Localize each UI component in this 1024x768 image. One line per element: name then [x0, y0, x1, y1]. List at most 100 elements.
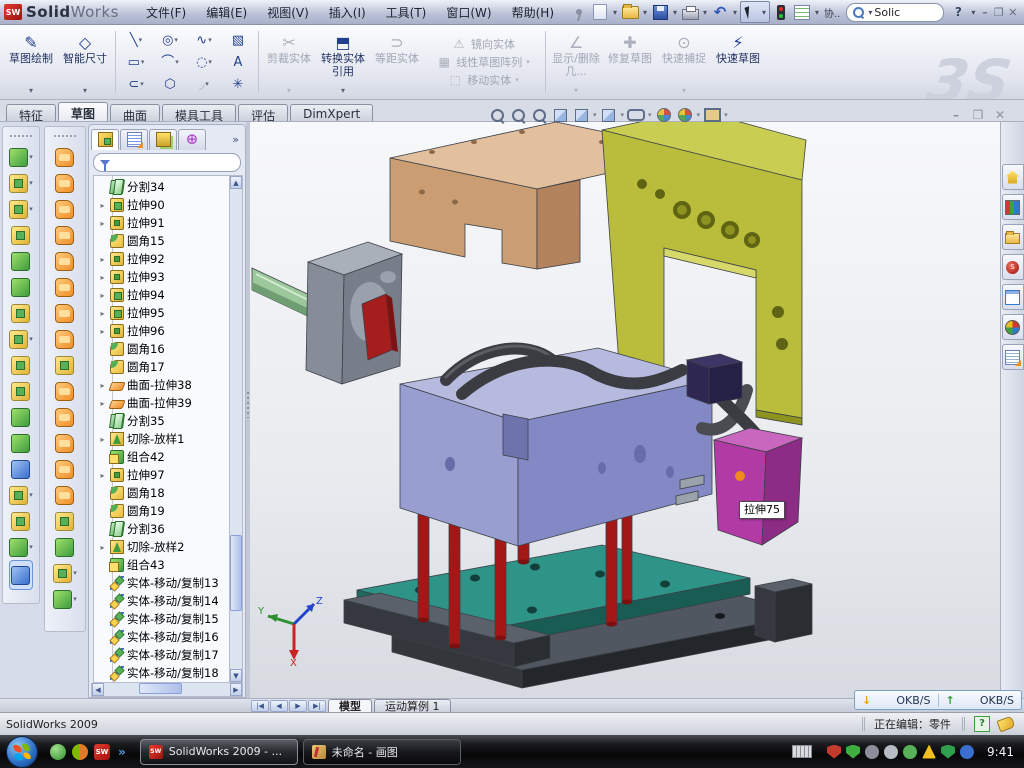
- tree-item[interactable]: ▸切除-放样1: [98, 430, 229, 448]
- ribbon-button-display-delete-relations[interactable]: ∠显示/删除几...▾: [549, 29, 603, 95]
- dropdown-caret[interactable]: ▾: [83, 86, 87, 95]
- feature-tool-16[interactable]: [9, 560, 33, 590]
- surface-tool-6[interactable]: [55, 300, 75, 326]
- feature-tool-3[interactable]: [11, 222, 31, 248]
- tree-item[interactable]: 实体-移动/复制18: [98, 664, 229, 682]
- quicklaunch-overflow[interactable]: »: [118, 745, 126, 759]
- quicklaunch-messenger[interactable]: [50, 744, 66, 760]
- start-button[interactable]: [6, 736, 38, 768]
- restore-button[interactable]: ❐: [992, 6, 1005, 19]
- sketch-tool-circle[interactable]: ◎▾: [153, 29, 187, 51]
- ribbon-button-sketch[interactable]: ✎草图绘制▾: [4, 29, 58, 95]
- tray-volume-icon[interactable]: [884, 745, 898, 759]
- surface-tool-14[interactable]: [55, 508, 75, 534]
- dropdown-caret[interactable]: ▾: [29, 543, 33, 551]
- dropdown-caret[interactable]: ▾: [208, 58, 212, 66]
- print-button[interactable]: [680, 3, 700, 21]
- scroll-left-button[interactable]: ◀: [92, 683, 104, 696]
- tree-item[interactable]: ▸拉伸91: [98, 214, 229, 232]
- toolbar-overflow-text[interactable]: 协..: [824, 5, 840, 20]
- expand-arrow[interactable]: ▸: [98, 219, 107, 228]
- dropdown-caret[interactable]: ▾: [29, 179, 33, 187]
- tree-item[interactable]: 分割35: [98, 412, 229, 430]
- tray-health-shield[interactable]: [941, 745, 955, 759]
- new-caret[interactable]: ▾: [611, 8, 619, 17]
- ribbon-button-mirror[interactable]: ⚠镜向实体: [451, 36, 515, 52]
- hud-view-settings-button[interactable]: [703, 106, 721, 124]
- ribbon-button-trim[interactable]: ✂剪裁实体▾: [262, 29, 316, 95]
- save-caret[interactable]: ▾: [671, 8, 679, 17]
- feature-tool-6[interactable]: [11, 300, 31, 326]
- tree-item[interactable]: 分割34: [98, 178, 229, 196]
- doc-restore-button[interactable]: ❐: [970, 108, 986, 122]
- tab-scroll-1[interactable]: ◀: [270, 700, 288, 712]
- feature-tool-10[interactable]: [11, 404, 31, 430]
- hud-zoom-fit-button[interactable]: [488, 106, 506, 124]
- surface-tool-0[interactable]: [55, 144, 75, 170]
- taskpane-tab-view-palette[interactable]: [1002, 284, 1024, 310]
- model-tab-运动算例 1[interactable]: 运动算例 1: [374, 699, 451, 712]
- tab-模具工具[interactable]: 模具工具: [162, 104, 236, 121]
- sketch-tool-point[interactable]: ✳: [221, 73, 255, 95]
- panel-tab-configurationmanager[interactable]: [149, 129, 177, 150]
- dropdown-caret[interactable]: ▾: [29, 491, 33, 499]
- feature-tool-2[interactable]: ▾: [9, 196, 33, 222]
- ribbon-button-rapid-sketch[interactable]: ⚡快速草图: [711, 29, 765, 95]
- taskbar-button[interactable]: SWSolidWorks 2009 - ...: [140, 739, 298, 765]
- scroll-up-button[interactable]: ▲: [230, 176, 242, 189]
- tab-scroll-3[interactable]: ▶|: [308, 700, 326, 712]
- surface-tool-3[interactable]: [55, 222, 75, 248]
- menu-item-3[interactable]: 插入(I): [320, 1, 375, 24]
- feature-tool-0[interactable]: ▾: [9, 144, 33, 170]
- surface-tool-11[interactable]: [55, 430, 75, 456]
- expand-arrow[interactable]: ▸: [98, 399, 107, 408]
- tree-item[interactable]: ▸拉伸97: [98, 466, 229, 484]
- tray-warning-icon[interactable]: [922, 745, 936, 759]
- tray-security-shield[interactable]: [846, 745, 860, 759]
- tab-草图[interactable]: 草图: [58, 102, 108, 121]
- tree-filter-input[interactable]: [93, 153, 241, 172]
- surface-tool-7[interactable]: [55, 326, 75, 352]
- help-button[interactable]: ?: [948, 3, 968, 21]
- dropdown-caret[interactable]: ▾: [205, 80, 209, 88]
- dropdown-caret[interactable]: ▾: [682, 86, 686, 95]
- tree-item[interactable]: ▸拉伸95: [98, 304, 229, 322]
- tab-特征[interactable]: 特征: [6, 104, 56, 121]
- sketch-tool-sketch-fillet[interactable]: ◞▾: [187, 73, 221, 95]
- tree-item[interactable]: 实体-移动/复制14: [98, 592, 229, 610]
- feature-tool-12[interactable]: [11, 456, 31, 482]
- hud-section-view-button[interactable]: [551, 106, 569, 124]
- taskpane-tab-appearances[interactable]: [1002, 314, 1024, 340]
- minimize-button[interactable]: –: [978, 6, 991, 19]
- pin-icon[interactable]: [569, 3, 589, 21]
- tree-item[interactable]: ▸曲面-拉伸38: [98, 376, 229, 394]
- dropdown-caret[interactable]: ▾: [29, 153, 33, 161]
- open-caret[interactable]: ▾: [641, 8, 649, 17]
- sketch-tool-text[interactable]: A: [221, 51, 255, 73]
- expand-arrow[interactable]: ▸: [98, 309, 107, 318]
- tree-item[interactable]: 分割36: [98, 520, 229, 538]
- options-caret[interactable]: ▾: [813, 8, 821, 17]
- surface-tool-4[interactable]: [55, 248, 75, 274]
- undo-button[interactable]: ↶: [710, 3, 730, 21]
- tree-item[interactable]: 实体-移动/复制13: [98, 574, 229, 592]
- search-input[interactable]: Solic: [874, 6, 900, 19]
- menu-item-2[interactable]: 视图(V): [258, 1, 318, 24]
- tray-network-icon[interactable]: [903, 745, 917, 759]
- dropdown-caret[interactable]: ▾: [515, 76, 519, 84]
- dropdown-caret[interactable]: ▾: [341, 86, 345, 95]
- ribbon-button-quick-snaps[interactable]: ⊙快速捕捉▾: [657, 29, 711, 95]
- tree-vertical-scrollbar[interactable]: ▲ ▼: [229, 176, 242, 682]
- quicklaunch-solidworks[interactable]: SW: [94, 744, 110, 760]
- guide-rod[interactable]: [252, 268, 316, 320]
- tray-update-icon[interactable]: [865, 745, 879, 759]
- feature-tool-15[interactable]: ▾: [9, 534, 33, 560]
- tree-item[interactable]: 圆角15: [98, 232, 229, 250]
- hose-connector[interactable]: [687, 354, 742, 404]
- tree-item[interactable]: ▸拉伸94: [98, 286, 229, 304]
- surface-tool-13[interactable]: [55, 482, 75, 508]
- hud-edit-appearance-button[interactable]: [655, 106, 673, 124]
- quick-tips-icon[interactable]: ?: [974, 716, 990, 732]
- dropdown-caret[interactable]: ▾: [697, 111, 701, 119]
- tree-item[interactable]: 实体-移动/复制17: [98, 646, 229, 664]
